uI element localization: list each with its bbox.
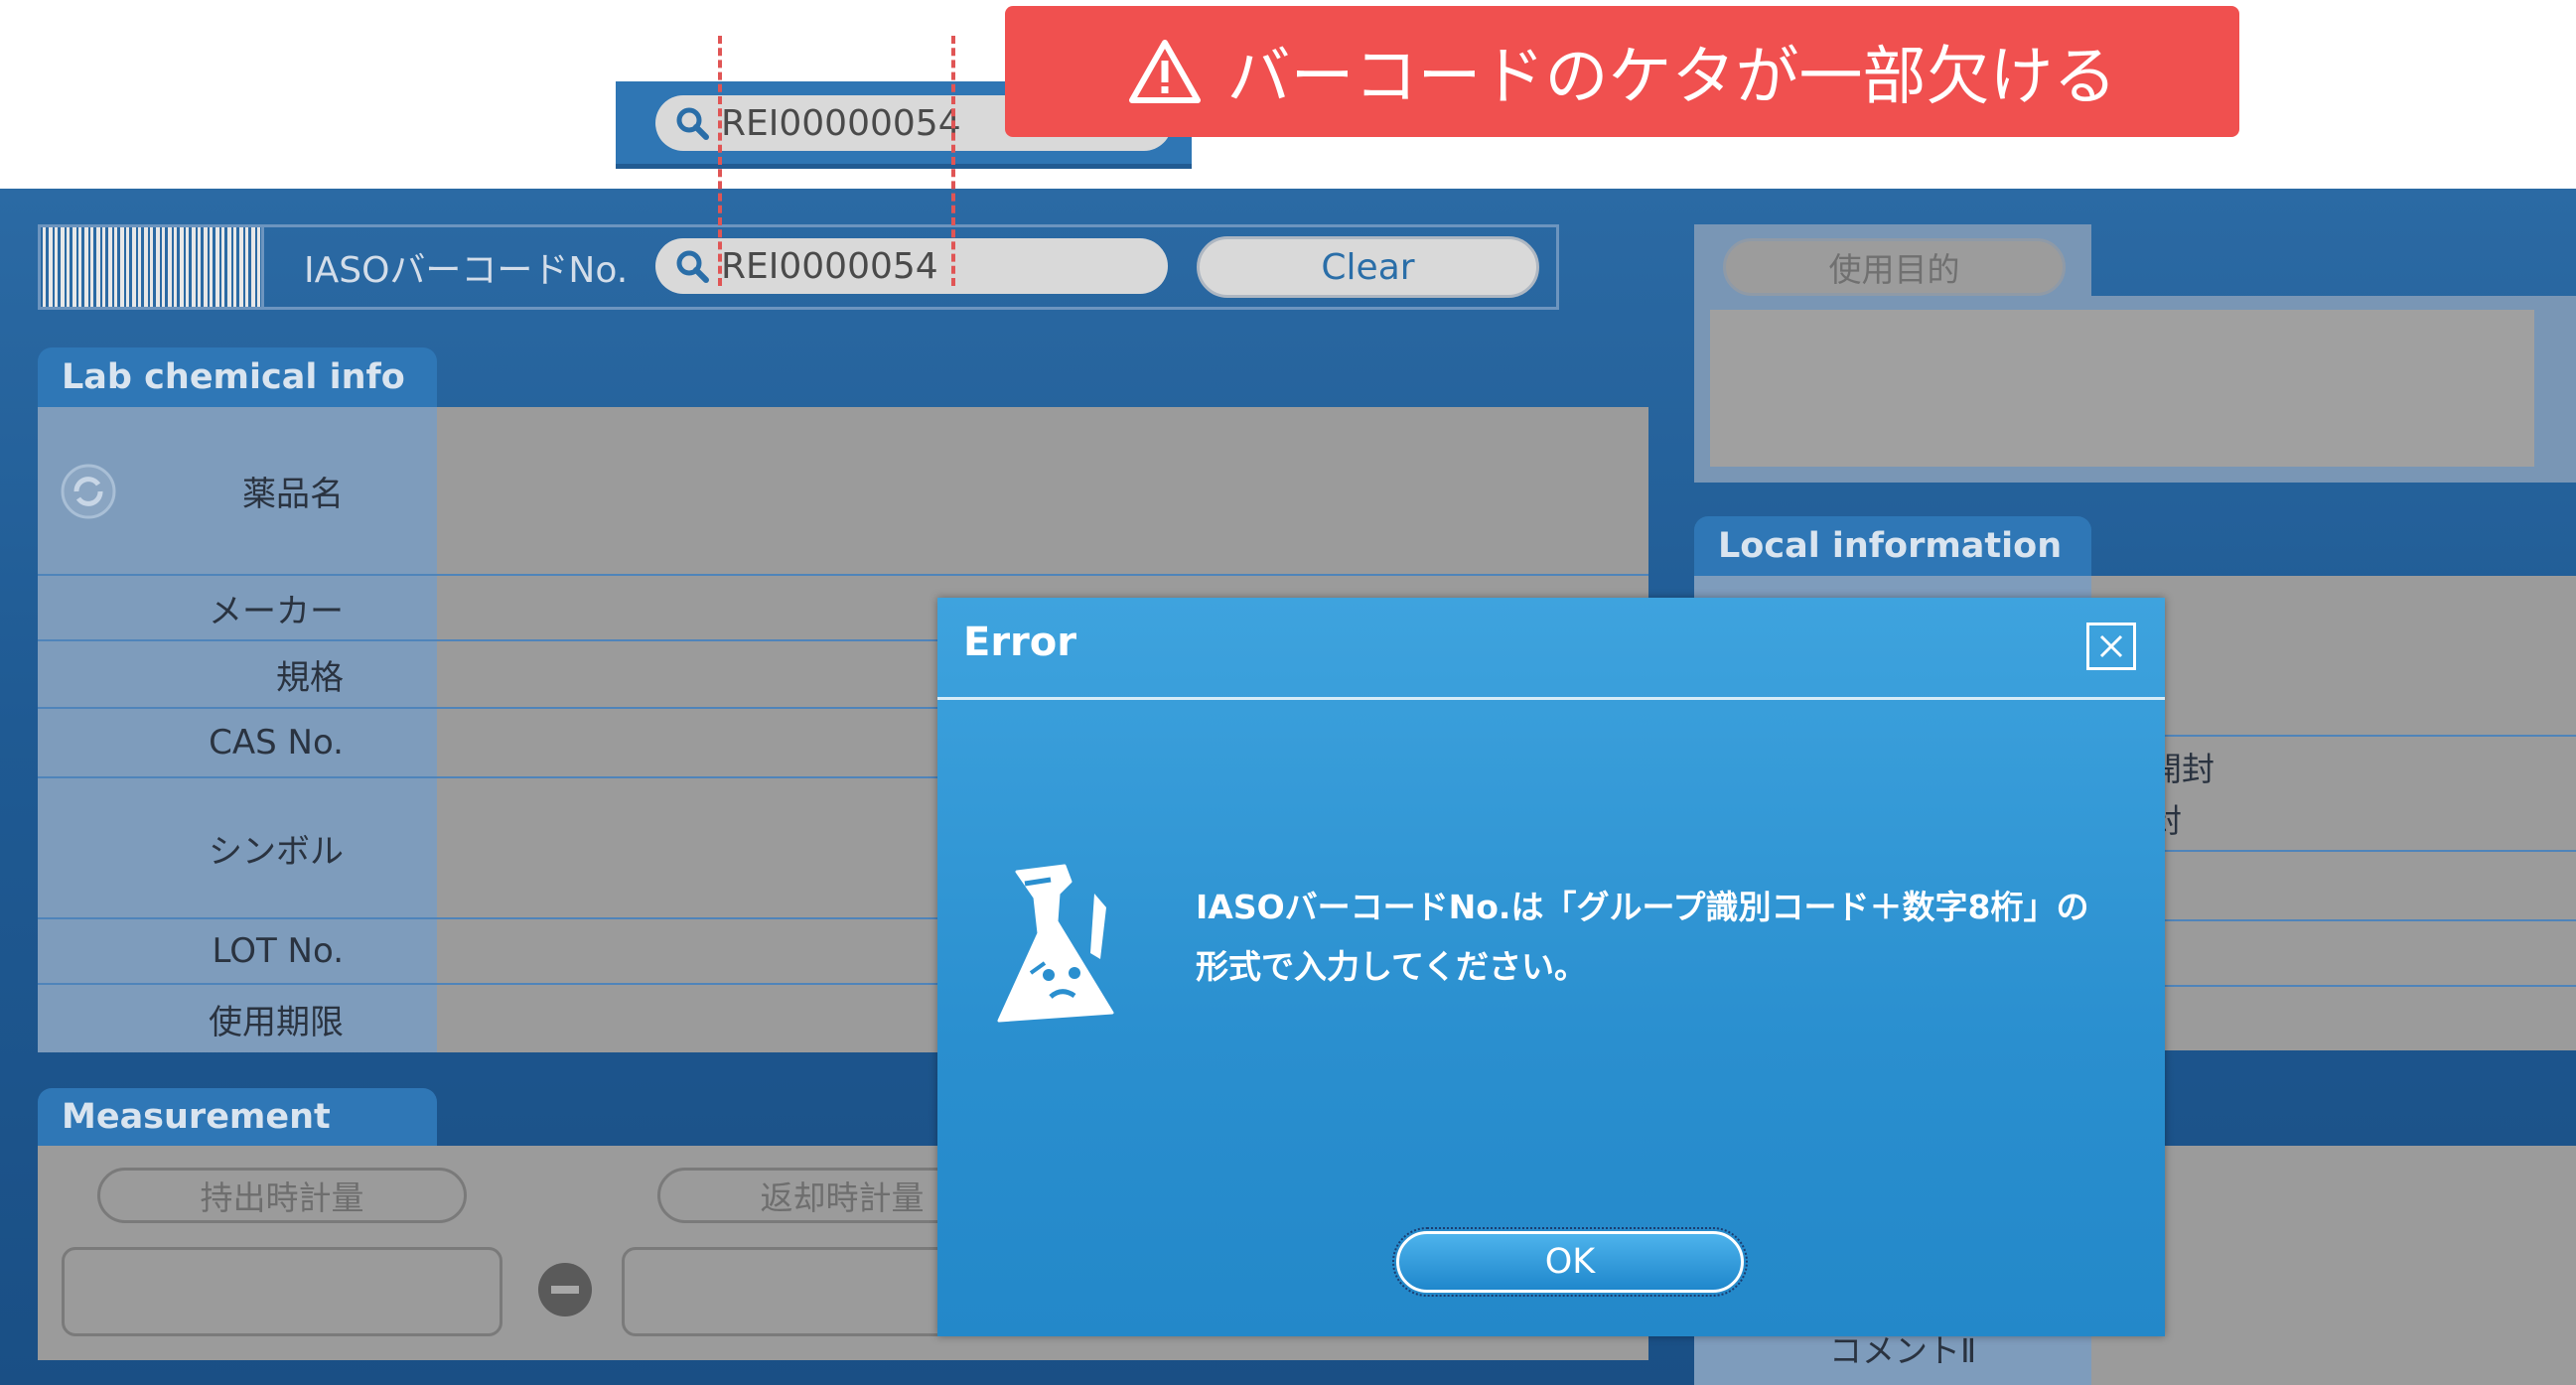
- zoomed-search-value: REI00000054: [721, 102, 961, 144]
- error-message-line-1: IASOバーコードNo.は「グループ識別コード＋数字8桁」の: [1196, 888, 2089, 926]
- guide-line-left: [718, 36, 722, 286]
- dialog-title: Error: [963, 620, 1076, 665]
- warning-text: バーコードのケタが一部欠ける: [1226, 41, 2117, 114]
- dialog-divider: [937, 697, 2165, 700]
- measurement-tab[interactable]: Measurement: [38, 1088, 437, 1146]
- lab-info-tab[interactable]: Lab chemical info: [38, 347, 437, 407]
- barcode-icon: [43, 227, 264, 307]
- row-label-cas: CAS No.: [38, 709, 437, 778]
- barcode-search-input[interactable]: REI0000054: [655, 238, 1168, 294]
- close-icon: [2099, 634, 2123, 658]
- barcode-search-value: REI0000054: [721, 245, 938, 287]
- error-message-line-2: 形式で入力してください。: [1196, 947, 1588, 986]
- row-label-maker: メーカー: [38, 576, 437, 641]
- row-label-spec: 規格: [38, 641, 437, 709]
- search-icon: [673, 247, 711, 285]
- row-label-symbol: シンボル: [38, 778, 437, 919]
- error-dialog: Error IASOバーコードNo.は「グループ識別コード＋数字8桁」の 形式で…: [937, 598, 2165, 1336]
- purpose-textarea[interactable]: [1710, 310, 2534, 467]
- sad-flask-icon: [995, 864, 1124, 1031]
- search-icon: [673, 104, 711, 142]
- row-label-chemical-name: 薬品名: [38, 407, 437, 576]
- warning-icon: [1128, 40, 1201, 103]
- close-button[interactable]: [2086, 623, 2136, 670]
- clear-button[interactable]: Clear: [1197, 236, 1539, 298]
- row-label-expiry: 使用期限: [209, 1002, 344, 1042]
- purpose-label: 使用目的: [1723, 238, 2066, 296]
- row-value-chemical-name: [437, 407, 1648, 576]
- barcode-label: IASOバーコードNo.: [304, 250, 629, 291]
- ok-button[interactable]: OK: [1392, 1227, 1748, 1297]
- error-message: IASOバーコードNo.は「グループ識別コード＋数字8桁」の 形式で入力してくだ…: [1196, 878, 2119, 997]
- warning-banner: バーコードのケタが一部欠ける: [1005, 6, 2239, 137]
- take-out-weight-input[interactable]: [62, 1247, 502, 1336]
- minus-icon: [536, 1261, 594, 1318]
- guide-line-right: [951, 36, 955, 286]
- local-info-tab[interactable]: Local information: [1694, 516, 2091, 576]
- row-label-lot: LOT No.: [38, 919, 437, 985]
- take-out-weight-label: 持出時計量: [97, 1168, 467, 1223]
